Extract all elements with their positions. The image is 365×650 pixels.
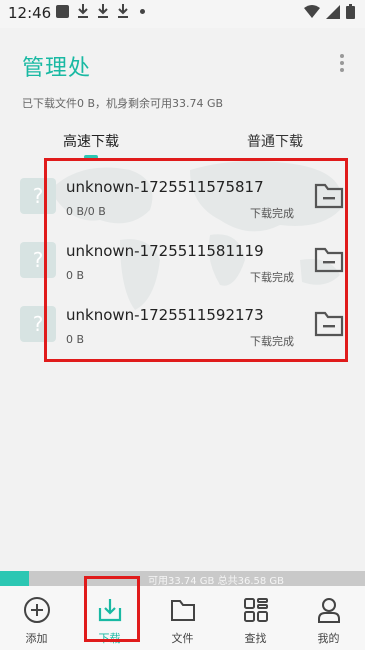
nav-label-search: 查找 [244, 632, 267, 645]
storage-summary: 已下载文件0 B，机身剩余可用33.74 GB [22, 97, 224, 110]
nav-item-files[interactable]: 文件 [146, 586, 219, 650]
nav-label-add: 添加 [25, 632, 48, 645]
nav-label-profile: 我的 [317, 632, 340, 645]
status-bar: 12:46 [0, 0, 365, 28]
storage-usage-bar: 可用33.74 GB 总共36.58 GB [0, 571, 365, 587]
system-icons [304, 4, 355, 19]
more-options-icon[interactable] [339, 52, 345, 72]
download-tabs: 高速下载 普通下载 [0, 126, 365, 160]
highlight-box-download-list [44, 158, 348, 362]
nav-label-files: 文件 [171, 632, 194, 645]
bottom-navigation: 添加 下载 文件 查找 我的 [0, 586, 365, 650]
highlight-box-download-tab [84, 576, 140, 642]
storage-usage-text: 可用33.74 GB 总共36.58 GB [148, 576, 285, 587]
storage-usage-fill [0, 571, 30, 586]
more-notifications-dot-icon [136, 3, 150, 19]
folder-icon [170, 600, 195, 621]
header: 管理处 已下载文件0 B，机身剩余可用33.74 GB [0, 28, 365, 118]
person-icon [317, 598, 340, 623]
apps-grid-icon [243, 598, 268, 622]
signal-icon [326, 4, 340, 19]
notification-app-icon [56, 3, 70, 19]
battery-icon [346, 4, 355, 19]
download-notification-icon [78, 4, 88, 18]
plus-circle-icon [23, 597, 50, 623]
status-time: 12:46 [8, 4, 52, 22]
notification-icons [56, 3, 150, 19]
download-notification-icon [98, 4, 108, 18]
tab-normal-download[interactable]: 普通下载 [247, 131, 303, 151]
nav-item-add[interactable]: 添加 [0, 586, 73, 650]
tab-fast-download[interactable]: 高速下载 [63, 131, 119, 151]
nav-item-profile[interactable]: 我的 [292, 586, 365, 650]
nav-item-search[interactable]: 查找 [219, 586, 292, 650]
download-notification-icon [118, 4, 128, 18]
page-title: 管理处 [22, 56, 92, 81]
wifi-icon [304, 4, 320, 18]
